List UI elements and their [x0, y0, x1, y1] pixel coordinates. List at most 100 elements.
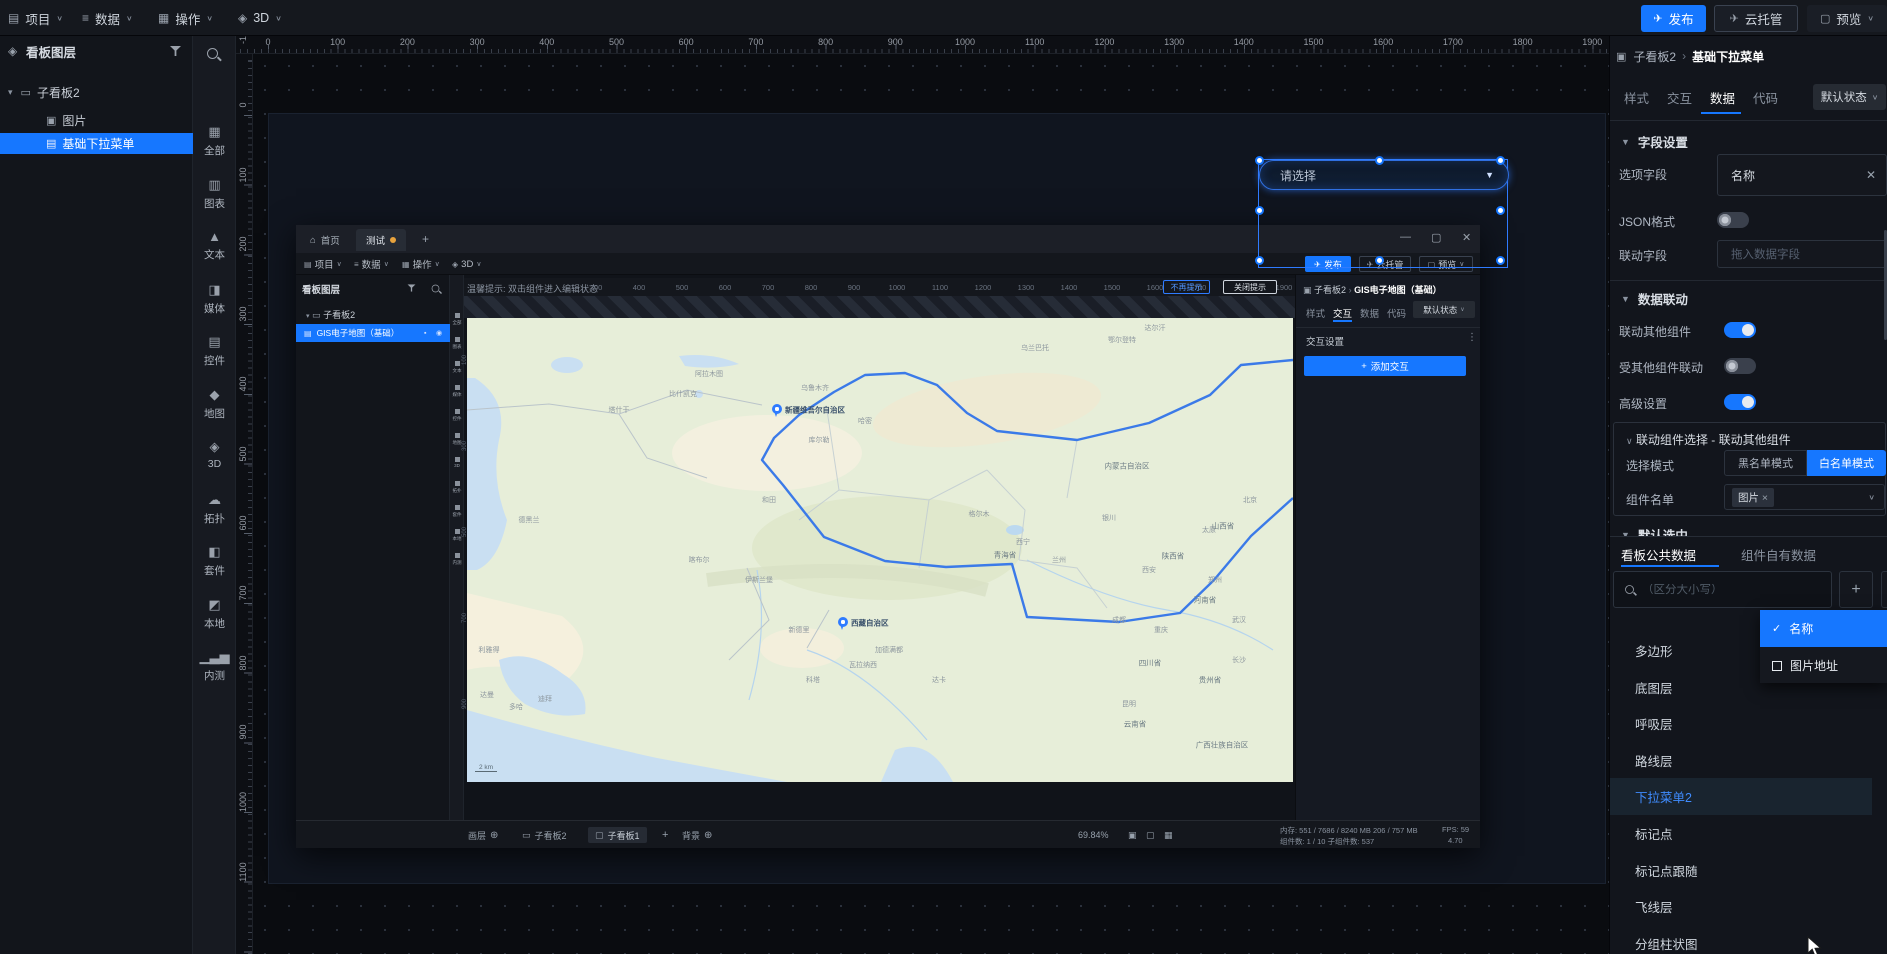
- search-icon[interactable]: [431, 284, 440, 293]
- tree-item-image[interactable]: ▣ 图片: [0, 110, 193, 130]
- menu-3[interactable]: ▦ 操作 ∨: [158, 0, 213, 36]
- component-list-select[interactable]: 图片 × ∨: [1724, 484, 1885, 510]
- inner-tab-home[interactable]: ⌂ 首页: [300, 229, 350, 251]
- no-remind-button[interactable]: 不再提示: [1163, 280, 1210, 294]
- grid-icon[interactable]: ▦: [1164, 827, 1173, 843]
- strip-item-图表[interactable]: ▥ 图表: [193, 177, 236, 211]
- list-item-飞线层[interactable]: 飞线层: [1610, 888, 1887, 925]
- inner-tree-group[interactable]: ▾ ▭ 子看板2: [306, 308, 355, 321]
- section-data-linkage[interactable]: ▼ 数据联动: [1621, 289, 1688, 308]
- search-icon[interactable]: [207, 48, 218, 59]
- dropdown-component[interactable]: 请选择 ▼: [1259, 160, 1509, 190]
- tab-数据[interactable]: 数据: [1710, 88, 1735, 107]
- strip-item-内测[interactable]: ▁▃▅ 内测: [193, 649, 236, 683]
- overlay-option-图片地址[interactable]: 图片地址: [1760, 647, 1887, 684]
- inner-category-套件[interactable]: 套件: [450, 505, 464, 518]
- inner-tab-current[interactable]: 测试: [356, 229, 407, 251]
- tab-交互[interactable]: 交互: [1667, 88, 1692, 107]
- inner-category-媒体[interactable]: 媒体: [450, 385, 464, 398]
- caret-down-icon[interactable]: ▾: [8, 87, 13, 98]
- add-board-icon[interactable]: ⊕: [490, 830, 498, 841]
- inner-state-select[interactable]: 默认状态 ∨: [1413, 301, 1475, 318]
- link-field-input[interactable]: 拖入数据字段: [1717, 240, 1887, 268]
- inner-add-interaction-button[interactable]: + 添加交互: [1304, 356, 1466, 376]
- link-other-toggle[interactable]: [1724, 322, 1756, 338]
- board-tab-1[interactable]: ▭ 子看板2: [522, 827, 567, 843]
- inner-category-内测[interactable]: 内测: [450, 553, 464, 566]
- option-field-input[interactable]: 名称 ✕: [1717, 154, 1887, 196]
- inner-category-3D[interactable]: 3D: [450, 457, 464, 469]
- whitelist-mode-button[interactable]: 白名单模式: [1807, 450, 1886, 476]
- inner-tab-交互[interactable]: 交互: [1333, 306, 1352, 320]
- filter-icon[interactable]: [170, 46, 181, 56]
- clear-icon[interactable]: ✕: [1866, 168, 1876, 182]
- strip-item-拓扑[interactable]: ☁ 拓扑: [193, 492, 236, 526]
- tab-代码[interactable]: 代码: [1753, 88, 1778, 107]
- inner-tab-数据[interactable]: 数据: [1360, 306, 1379, 320]
- selection-handle[interactable]: [1254, 205, 1264, 215]
- inner-category-拓扑[interactable]: 拓扑: [450, 481, 464, 494]
- strip-item-文本[interactable]: ▲ 文本: [193, 229, 236, 262]
- selection-handle[interactable]: [1375, 155, 1384, 165]
- selection-handle[interactable]: [1495, 255, 1505, 265]
- section-field-settings[interactable]: ▼ 字段设置: [1621, 132, 1688, 151]
- import-data-button[interactable]: ▤: [1881, 571, 1887, 608]
- nested-editor-screenshot[interactable]: ⌂ 首页 测试 + — ▢ ✕ ▤ 项目 ∨ ≡ 数据 ∨ ▦ 操作 ∨ ◈ 3D ∨ ✈ 发布 ✈ 云托管…: [296, 225, 1480, 848]
- tab-样式[interactable]: 样式: [1624, 88, 1649, 107]
- menu-4[interactable]: ◈ 3D ∨: [238, 0, 282, 36]
- blacklist-mode-button[interactable]: 黑名单模式: [1724, 450, 1807, 476]
- list-item-标记点[interactable]: 标记点: [1610, 815, 1887, 852]
- advanced-toggle[interactable]: [1724, 394, 1756, 410]
- inner-category-图表[interactable]: 图表: [450, 337, 464, 350]
- strip-item-控件[interactable]: ▤ 控件: [193, 334, 236, 368]
- selection-handle[interactable]: [1495, 205, 1505, 215]
- list-item-标记点跟随[interactable]: 标记点跟随: [1610, 852, 1887, 889]
- publish-button[interactable]: ✈ 发布: [1641, 5, 1706, 32]
- inner-tab-样式[interactable]: 样式: [1306, 306, 1325, 320]
- inner-menu-1[interactable]: ▤ 项目 ∨: [304, 253, 342, 275]
- strip-item-媒体[interactable]: ◨ 媒体: [193, 282, 236, 316]
- selection-handle[interactable]: [1254, 255, 1264, 265]
- list-item-路线层[interactable]: 路线层: [1610, 742, 1887, 779]
- inner-menu-4[interactable]: ◈ 3D ∨: [452, 253, 481, 275]
- add-icon[interactable]: ⊕: [704, 830, 712, 841]
- list-item-呼吸层[interactable]: 呼吸层: [1610, 705, 1887, 742]
- add-data-button[interactable]: +: [1839, 571, 1873, 608]
- selection-box[interactable]: 请选择 ▼: [1254, 155, 1509, 268]
- fit-icon[interactable]: ▣: [1128, 827, 1137, 843]
- state-select[interactable]: 默认状态 ∨: [1813, 84, 1886, 110]
- more-icon[interactable]: ⋮: [1467, 332, 1477, 343]
- map-pin-icon[interactable]: [772, 404, 782, 418]
- tree-group-row[interactable]: ▾ ▭ 子看板2: [0, 82, 193, 102]
- selection-handle[interactable]: [1495, 155, 1505, 165]
- zoom-level[interactable]: 69.84%: [1078, 827, 1109, 843]
- strip-item-本地[interactable]: ◩ 本地: [193, 597, 236, 631]
- selection-handle[interactable]: [1375, 255, 1384, 265]
- remove-tag-icon[interactable]: ×: [1762, 492, 1768, 504]
- json-format-toggle[interactable]: [1717, 212, 1749, 228]
- strip-item-套件[interactable]: ◧ 套件: [193, 544, 236, 578]
- minimap-icon[interactable]: ▢: [1146, 827, 1155, 843]
- strip-item-3D[interactable]: ◈ 3D: [193, 439, 236, 470]
- cloud-hosting-button[interactable]: ✈ 云托管: [1714, 5, 1798, 32]
- new-tab-icon[interactable]: +: [422, 232, 429, 246]
- linked-by-toggle[interactable]: [1724, 358, 1756, 374]
- map-pin-icon[interactable]: [838, 617, 848, 631]
- list-item-下拉菜单2[interactable]: 下拉菜单2: [1610, 778, 1872, 816]
- selection-handle[interactable]: [1254, 155, 1264, 165]
- gis-map[interactable]: 乌鲁木齐 哈密 库尔勒 和田 格尔木 西宁 兰州 银川 乌兰巴托 鄂尔登特 达尔汗 西安 成都 重庆 昆明 武…: [467, 318, 1293, 782]
- data-search-input[interactable]: [1642, 583, 1802, 596]
- inner-tree-selected[interactable]: ▤ GIS电子地图（基础） ▪ ◉: [296, 324, 450, 342]
- inner-menu-3[interactable]: ▦ 操作 ∨: [402, 253, 440, 275]
- linkage-box-title[interactable]: ∨ 联动组件选择 - 联动其他组件: [1626, 431, 1791, 448]
- strip-item-全部[interactable]: ▦ 全部: [193, 124, 236, 158]
- inner-category-全部[interactable]: 全部: [450, 313, 464, 326]
- preview-button[interactable]: ▢ 预览 ∨: [1807, 5, 1887, 32]
- inner-category-控件[interactable]: 控件: [450, 409, 464, 422]
- overlay-option-名称[interactable]: ✓ 名称: [1760, 610, 1887, 647]
- data-tab-1[interactable]: 看板公共数据: [1621, 545, 1696, 564]
- close-tip-button[interactable]: 关闭提示: [1223, 280, 1277, 294]
- inner-menu-2[interactable]: ≡ 数据 ∨: [354, 253, 389, 275]
- data-search[interactable]: [1613, 571, 1832, 608]
- menu-1[interactable]: ▤ 项目 ∨: [8, 0, 63, 36]
